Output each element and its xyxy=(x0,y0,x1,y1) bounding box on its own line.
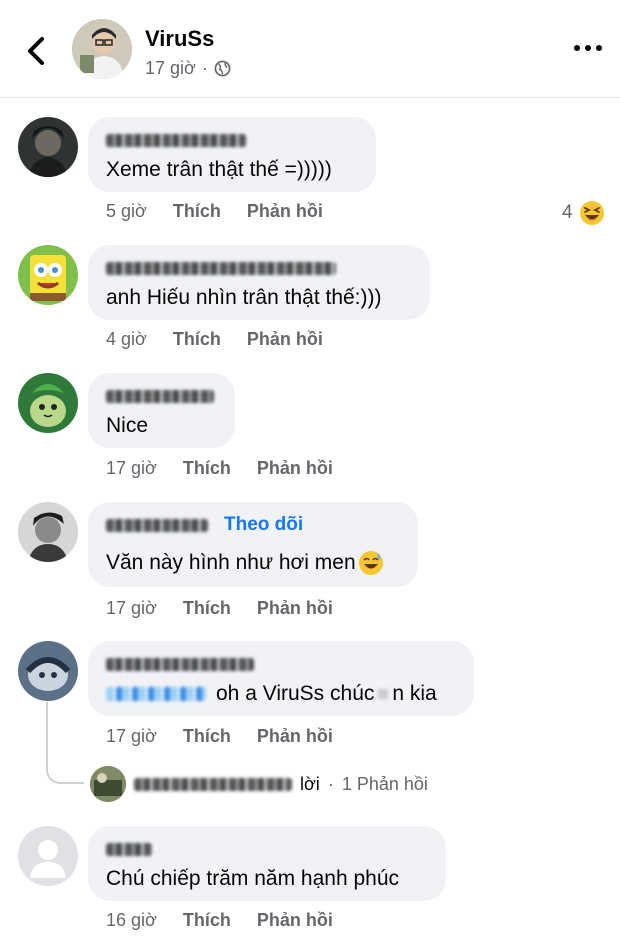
reaction-summary[interactable]: 4 xyxy=(562,200,605,226)
reply-button[interactable]: Phản hồi xyxy=(257,910,333,931)
comment-actions: 17 giờ Thích Phản hồi xyxy=(106,458,333,479)
comment-text: Văn này hình như hơi men xyxy=(106,550,400,576)
reply-button[interactable]: Phản hồi xyxy=(257,458,333,479)
commenter-avatar[interactable] xyxy=(18,245,78,305)
commenter-avatar[interactable] xyxy=(18,373,78,433)
commenter-name[interactable] xyxy=(106,129,358,151)
reply-button[interactable]: Phản hồi xyxy=(247,329,323,350)
comment-actions: 5 giờ Thích Phản hồi xyxy=(106,201,323,222)
like-button[interactable]: Thích xyxy=(183,726,231,747)
comment-bubble[interactable]: Theo dõi Văn này hình như hơi men xyxy=(88,502,418,587)
post-header: ViruSs 17 giờ · xyxy=(0,0,620,98)
laughing-emoji-icon xyxy=(579,201,604,225)
like-button[interactable]: Thích xyxy=(183,910,231,931)
more-options-button[interactable] xyxy=(572,38,604,58)
commenter-name[interactable] xyxy=(106,653,456,675)
comment-bubble[interactable]: anh Hiếu nhìn trân thật thế:))) xyxy=(88,245,430,320)
like-button[interactable]: Thích xyxy=(183,458,231,479)
post-time[interactable]: 17 giờ xyxy=(145,58,196,79)
follow-link[interactable]: Theo dõi xyxy=(224,514,303,536)
comment-text: anh Hiếu nhìn trân thật thế:))) xyxy=(106,286,382,309)
comment-time: 16 giờ xyxy=(106,910,157,930)
comment-time: 4 giờ xyxy=(106,329,147,349)
author-name[interactable]: ViruSs xyxy=(145,26,214,52)
commenter-name[interactable] xyxy=(106,838,428,860)
comment-time: 17 giờ xyxy=(106,598,157,618)
meta-separator: · xyxy=(201,58,208,78)
reply-button[interactable]: Phản hồi xyxy=(257,598,333,619)
comment-text-tail: n kia xyxy=(392,682,437,705)
author-avatar[interactable] xyxy=(72,19,132,79)
reply-count: 1 Phản hồi xyxy=(341,773,428,794)
comment-text: Nice xyxy=(106,414,149,437)
comment-time: 5 giờ xyxy=(106,201,147,221)
like-button[interactable]: Thích xyxy=(173,201,221,222)
sweat-smile-emoji-icon xyxy=(358,551,383,575)
comment-actions: 16 giờ Thích Phản hồi xyxy=(106,910,333,931)
like-button[interactable]: Thích xyxy=(173,329,221,350)
commenter-name[interactable] xyxy=(106,385,217,407)
view-replies-link[interactable]: lời · 1 Phản hồi xyxy=(90,766,428,802)
reply-button[interactable]: Phản hồi xyxy=(247,201,323,222)
comment-bubble[interactable]: Nice xyxy=(88,373,235,448)
like-button[interactable]: Thích xyxy=(183,598,231,619)
comment-header: Theo dõi xyxy=(106,514,400,536)
commenter-name[interactable] xyxy=(106,518,208,532)
comment-text-body: Văn này hình như hơi men xyxy=(106,551,356,574)
comment-bubble[interactable]: oh a ViruSs chúc n kia xyxy=(88,641,474,716)
comment-text: oh a ViruSs chúc n kia xyxy=(106,681,456,707)
replier-name xyxy=(134,777,292,791)
more-horizontal-icon xyxy=(574,45,602,51)
comment-time: 17 giờ xyxy=(106,458,157,478)
comment-actions: 17 giờ Thích Phản hồi xyxy=(106,726,333,747)
comment-text-body: oh a ViruSs chúc xyxy=(216,682,375,705)
reply-suffix: lời xyxy=(300,773,320,794)
comment-time: 17 giờ xyxy=(106,726,157,746)
reply-thread-line xyxy=(46,702,84,784)
reply-button[interactable]: Phản hồi xyxy=(257,726,333,747)
comment-bubble[interactable]: Chú chiếp trăm năm hạnh phúc xyxy=(88,826,446,901)
chevron-left-icon xyxy=(28,37,44,65)
reaction-count: 4 xyxy=(562,202,573,223)
commenter-avatar[interactable] xyxy=(18,641,78,701)
mention-tag[interactable] xyxy=(106,687,206,701)
back-button[interactable] xyxy=(22,34,52,68)
comment-text: Chú chiếp trăm năm hạnh phúc xyxy=(106,867,400,890)
post-meta: 17 giờ · xyxy=(145,58,231,79)
comment-actions: 17 giờ Thích Phản hồi xyxy=(106,598,333,619)
replier-avatar xyxy=(90,766,126,802)
commenter-name[interactable] xyxy=(106,257,412,279)
commenter-avatar[interactable] xyxy=(18,826,78,886)
comment-text: Xeme trân thật thế =))))) xyxy=(106,158,332,181)
commenter-avatar[interactable] xyxy=(18,117,78,177)
comment-bubble[interactable]: Xeme trân thật thế =))))) xyxy=(88,117,376,192)
commenter-avatar[interactable] xyxy=(18,502,78,562)
comment-actions: 4 giờ Thích Phản hồi xyxy=(106,329,323,350)
globe-icon xyxy=(214,60,231,77)
reply-separator: · xyxy=(327,773,334,794)
